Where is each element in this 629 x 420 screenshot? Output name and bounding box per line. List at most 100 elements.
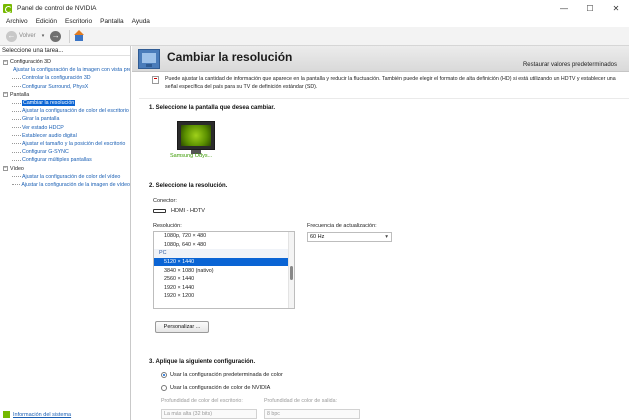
- main-content: Cambiar la resolución Restaurar valores …: [132, 46, 629, 420]
- connector-label: Conector:: [153, 198, 177, 204]
- toolbar-separator: [69, 29, 71, 43]
- desktop-depth-label: Profundidad de color del escritorio:: [161, 398, 243, 404]
- sidebar-category[interactable]: − Configuración 3D: [0, 58, 130, 66]
- sidebar-item[interactable]: Ajustar la configuración de color del ví…: [0, 173, 130, 181]
- option-default-color-label: Usar la configuración predeterminada de …: [170, 372, 283, 378]
- resolution-option[interactable]: 3840 × 1080 (nativo): [154, 266, 294, 275]
- tree-connector: [12, 102, 21, 104]
- resolution-option[interactable]: 2560 × 1440: [154, 275, 294, 284]
- connector-value: HDMI - HDTV: [171, 208, 205, 214]
- sidebar-item[interactable]: Ajustar la configuración de la imagen de…: [0, 181, 130, 189]
- collapse-icon[interactable]: −: [3, 166, 8, 172]
- tree-connector: [12, 110, 21, 112]
- sidebar-item-label: Ajustar la configuración de la imagen co…: [13, 67, 130, 74]
- sidebar-item-label: Configurar Surround, PhysX: [22, 83, 89, 90]
- page-title: Cambiar la resolución: [167, 50, 293, 64]
- page-description: Puede ajustar la cantidad de información…: [165, 76, 616, 90]
- system-info-link[interactable]: Información del sistema: [3, 411, 71, 418]
- system-info-label: Información del sistema: [13, 411, 72, 418]
- home-icon[interactable]: [73, 30, 85, 42]
- menu-bar: Archivo Edición Escritorio Pantalla Ayud…: [0, 16, 629, 27]
- sidebar-item[interactable]: Ver estado HDCP: [0, 124, 130, 132]
- sidebar-item-label: Ajustar el tamaño y la posición del escr…: [22, 140, 126, 147]
- sidebar-item[interactable]: Configurar Surround, PhysX: [0, 83, 130, 91]
- scrollbar-thumb[interactable]: [290, 266, 293, 280]
- resolution-group-header: PC: [154, 249, 294, 258]
- nvidia-logo-icon: [3, 3, 12, 13]
- page-header: Cambiar la resolución Restaurar valores …: [132, 46, 629, 72]
- sidebar-item[interactable]: Ajustar la configuración de color del es…: [0, 107, 130, 115]
- sidebar-item-label: Cambiar la resolución: [22, 100, 76, 107]
- radio-default-color[interactable]: [161, 372, 167, 378]
- sidebar-item-label: Girar la pantalla: [22, 116, 60, 123]
- sidebar-item-label: Configurar G-SYNC: [22, 149, 69, 156]
- sidebar-item[interactable]: Configurar múltiples pantallas: [0, 156, 130, 164]
- option-nvidia-color[interactable]: Usar la configuración de color de NVIDIA: [161, 385, 270, 391]
- refresh-rate-select[interactable]: 60 Hz ▾: [307, 232, 392, 242]
- option-default-color[interactable]: Usar la configuración predeterminada de …: [161, 372, 283, 378]
- collapse-icon[interactable]: −: [3, 92, 8, 98]
- tree-connector: [12, 143, 21, 145]
- forward-arrow-icon: →: [50, 30, 62, 42]
- sidebar-item[interactable]: Ajustar la configuración de la imagen co…: [0, 66, 130, 74]
- refresh-rate-label: Frecuencia de actualización:: [307, 223, 377, 229]
- tree-connector: [12, 118, 21, 120]
- sidebar-item-label: Establecer audio digital: [22, 132, 77, 139]
- output-depth-label: Profundidad de color de salida:: [264, 398, 338, 404]
- resolution-option[interactable]: 5120 × 1440: [154, 257, 294, 267]
- title-bar: Panel de control de NVIDIA — ☐ ✕: [0, 0, 629, 16]
- system-info-icon: [3, 411, 10, 418]
- monitor-icon[interactable]: [177, 121, 215, 150]
- sidebar-item-label: Ajustar la configuración de color del ví…: [22, 173, 121, 180]
- sidebar-item[interactable]: Controlar la configuración 3D: [0, 74, 130, 82]
- tree-connector: [12, 127, 21, 129]
- tree-connector: [12, 159, 21, 161]
- resolution-option[interactable]: 1080p, 640 × 480: [154, 241, 294, 250]
- close-button[interactable]: ✕: [603, 0, 629, 16]
- step3-title: 3. Aplique la siguiente configuración.: [149, 359, 256, 365]
- sidebar-item-label: Controlar la configuración 3D: [22, 75, 91, 82]
- resolution-option[interactable]: 1920 × 1200: [154, 292, 294, 301]
- window-controls: — ☐ ✕: [551, 0, 629, 16]
- restore-defaults-link[interactable]: Restaurar valores predeterminados: [523, 62, 617, 68]
- menu-escritorio[interactable]: Escritorio: [61, 18, 96, 25]
- menu-edicion[interactable]: Edición: [32, 18, 61, 25]
- radio-nvidia-color[interactable]: [161, 385, 167, 391]
- resolution-label: Resolución:: [153, 223, 182, 229]
- resolution-option[interactable]: 1920 × 1440: [154, 284, 294, 293]
- history-dropdown-icon[interactable]: ▾: [42, 33, 45, 39]
- sidebar-item[interactable]: Girar la pantalla: [0, 115, 130, 123]
- toolbar: ← Volver ▾ →: [0, 27, 629, 46]
- sidebar-item-label: Ajustar la configuración de la imagen de…: [21, 181, 130, 188]
- resolution-list[interactable]: 1080p, 720 × 480 1080p, 640 × 480 PC 5120 ×…: [153, 231, 295, 309]
- display-name[interactable]: Samsung Odys...: [170, 153, 212, 159]
- sidebar-category-label: Configuración 3D: [10, 59, 51, 66]
- sidebar-category[interactable]: − Pantalla: [0, 91, 130, 99]
- sidebar-heading: Seleccione una tarea...: [0, 46, 130, 56]
- resolution-scrollbar[interactable]: [288, 232, 294, 308]
- collapse-icon[interactable]: −: [3, 59, 8, 65]
- forward-button[interactable]: →: [47, 29, 66, 43]
- sidebar-category-label: Vídeo: [10, 165, 24, 172]
- customize-button[interactable]: Personalizar ...: [155, 321, 209, 333]
- menu-archivo[interactable]: Archivo: [2, 18, 32, 25]
- sidebar-item[interactable]: Cambiar la resolución: [0, 99, 130, 107]
- output-depth-value: 8 bpc: [267, 411, 280, 417]
- menu-pantalla[interactable]: Pantalla: [96, 18, 128, 25]
- desktop-depth-select[interactable]: La más alta (32 bits): [161, 409, 257, 419]
- menu-ayuda[interactable]: Ayuda: [128, 18, 154, 25]
- sidebar-item[interactable]: Establecer audio digital: [0, 132, 130, 140]
- tree-connector: [12, 86, 21, 88]
- sidebar-item[interactable]: Configurar G-SYNC: [0, 148, 130, 156]
- output-depth-select[interactable]: 8 bpc: [264, 409, 360, 419]
- display-settings-icon: [138, 49, 160, 69]
- maximize-button[interactable]: ☐: [577, 0, 603, 16]
- sidebar-category[interactable]: − Vídeo: [0, 164, 130, 172]
- tree-connector: [12, 151, 21, 153]
- minimize-button[interactable]: —: [551, 0, 577, 16]
- task-sidebar: Seleccione una tarea... − Configuración 3…: [0, 46, 131, 420]
- back-button[interactable]: ← Volver: [3, 29, 39, 43]
- sidebar-item[interactable]: Ajustar el tamaño y la posición del escr…: [0, 140, 130, 148]
- resolution-option[interactable]: 1080p, 720 × 480: [154, 232, 294, 241]
- tree-connector: [12, 77, 21, 79]
